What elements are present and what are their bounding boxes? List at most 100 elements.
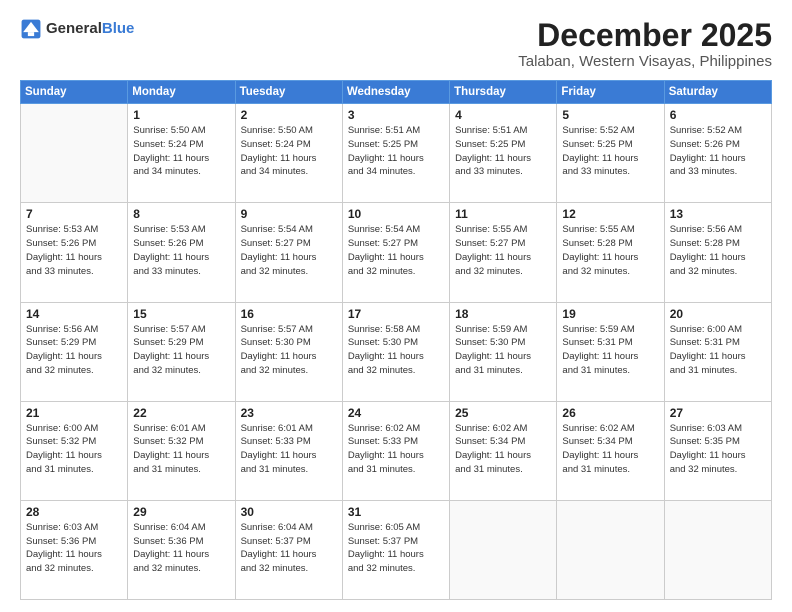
day-number: 5	[562, 108, 658, 122]
day-number: 29	[133, 505, 229, 519]
header: GeneralBlue December 2025 Talaban, Weste…	[20, 18, 772, 70]
table-row: 17Sunrise: 5:58 AMSunset: 5:30 PMDayligh…	[342, 302, 449, 401]
day-number: 9	[241, 207, 337, 221]
table-row: 30Sunrise: 6:04 AMSunset: 5:37 PMDayligh…	[235, 500, 342, 599]
day-number: 25	[455, 406, 551, 420]
day-number: 18	[455, 307, 551, 321]
table-row: 8Sunrise: 5:53 AMSunset: 5:26 PMDaylight…	[128, 203, 235, 302]
day-number: 12	[562, 207, 658, 221]
day-number: 15	[133, 307, 229, 321]
day-number: 11	[455, 207, 551, 221]
day-number: 8	[133, 207, 229, 221]
table-row: 25 Sunrise: 6:02 AMSunset: 5:34 PMDayligh…	[450, 401, 557, 500]
day-info: Sunrise: 6:05 AMSunset: 5:37 PMDaylight:…	[348, 521, 444, 576]
day-number: 19	[562, 307, 658, 321]
day-info: Sunrise: 5:56 AMSunset: 5:29 PMDaylight:…	[26, 323, 122, 378]
table-row: 27Sunrise: 6:03 AMSunset: 5:35 PMDayligh…	[664, 401, 771, 500]
day-info: Sunrise: 5:51 AMSunset: 5:25 PMDaylight:…	[455, 124, 551, 179]
table-row: 3Sunrise: 5:51 AMSunset: 5:25 PMDaylight…	[342, 104, 449, 203]
day-number: 30	[241, 505, 337, 519]
table-row: 16 Sunrise: 5:57 AMSunset: 5:30 PMDayligh…	[235, 302, 342, 401]
table-row: 6Sunrise: 5:52 AMSunset: 5:26 PMDaylight…	[664, 104, 771, 203]
day-info: Sunrise: 5:52 AMSunset: 5:26 PMDaylight:…	[670, 124, 766, 179]
day-number: 27	[670, 406, 766, 420]
table-row: 20 Sunrise: 6:00 AMSunset: 5:31 PMDayligh…	[664, 302, 771, 401]
table-row	[557, 500, 664, 599]
day-number: 13	[670, 207, 766, 221]
table-row: 2Sunrise: 5:50 AMSunset: 5:24 PMDaylight…	[235, 104, 342, 203]
day-info: Sunrise: 5:56 AMSunset: 5:28 PMDaylight:…	[670, 223, 766, 278]
day-info: Sunrise: 5:50 AMSunset: 5:24 PMDaylight:…	[133, 124, 229, 179]
logo-general: General	[46, 20, 102, 37]
day-info: Sunrise: 5:55 AMSunset: 5:28 PMDaylight:…	[562, 223, 658, 278]
calendar-week-row: 21 Sunrise: 6:00 AMSunset: 5:32 PMDayligh…	[21, 401, 772, 500]
table-row: 7 Sunrise: 5:53 AMSunset: 5:26 PMDaylight…	[21, 203, 128, 302]
table-row: 22Sunrise: 6:01 AMSunset: 5:32 PMDayligh…	[128, 401, 235, 500]
day-number: 14	[26, 307, 122, 321]
logo-icon	[20, 18, 42, 40]
table-row: 15Sunrise: 5:57 AMSunset: 5:29 PMDayligh…	[128, 302, 235, 401]
day-info: Sunrise: 6:00 AMSunset: 5:31 PMDaylight:…	[670, 323, 766, 378]
col-saturday: Saturday	[664, 81, 771, 104]
table-row: 5 Sunrise: 5:52 AMSunset: 5:25 PMDaylight…	[557, 104, 664, 203]
day-number: 3	[348, 108, 444, 122]
day-number: 31	[348, 505, 444, 519]
day-info: Sunrise: 5:54 AMSunset: 5:27 PMDaylight:…	[241, 223, 337, 278]
table-row: 12 Sunrise: 5:55 AMSunset: 5:28 PMDayligh…	[557, 203, 664, 302]
col-sunday: Sunday	[21, 81, 128, 104]
day-number: 16	[241, 307, 337, 321]
day-info: Sunrise: 6:04 AMSunset: 5:36 PMDaylight:…	[133, 521, 229, 576]
day-number: 23	[241, 406, 337, 420]
day-info: Sunrise: 6:02 AMSunset: 5:34 PMDaylight:…	[562, 422, 658, 477]
day-number: 7	[26, 207, 122, 221]
day-number: 22	[133, 406, 229, 420]
col-monday: Monday	[128, 81, 235, 104]
day-info: Sunrise: 6:02 AMSunset: 5:33 PMDaylight:…	[348, 422, 444, 477]
day-info: Sunrise: 5:59 AMSunset: 5:30 PMDaylight:…	[455, 323, 551, 378]
calendar-week-row: 1 Sunrise: 5:50 AMSunset: 5:24 PMDaylight…	[21, 104, 772, 203]
location: Talaban, Western Visayas, Philippines	[518, 53, 772, 70]
calendar-table: Sunday Monday Tuesday Wednesday Thursday…	[20, 80, 772, 600]
table-row: 14 Sunrise: 5:56 AMSunset: 5:29 PMDayligh…	[21, 302, 128, 401]
day-number: 17	[348, 307, 444, 321]
day-number: 10	[348, 207, 444, 221]
col-friday: Friday	[557, 81, 664, 104]
day-info: Sunrise: 5:52 AMSunset: 5:25 PMDaylight:…	[562, 124, 658, 179]
logo: GeneralBlue	[20, 18, 134, 40]
calendar-week-row: 14 Sunrise: 5:56 AMSunset: 5:29 PMDayligh…	[21, 302, 772, 401]
calendar-week-row: 28 Sunrise: 6:03 AMSunset: 5:36 PMDayligh…	[21, 500, 772, 599]
day-info: Sunrise: 6:02 AMSunset: 5:34 PMDaylight:…	[455, 422, 551, 477]
table-row: 11 Sunrise: 5:55 AMSunset: 5:27 PMDayligh…	[450, 203, 557, 302]
day-info: Sunrise: 5:54 AMSunset: 5:27 PMDaylight:…	[348, 223, 444, 278]
day-number: 24	[348, 406, 444, 420]
title-block: December 2025 Talaban, Western Visayas, …	[518, 18, 772, 70]
table-row: 18 Sunrise: 5:59 AMSunset: 5:30 PMDayligh…	[450, 302, 557, 401]
table-row	[21, 104, 128, 203]
day-number: 1	[133, 108, 229, 122]
table-row: 9 Sunrise: 5:54 AMSunset: 5:27 PMDaylight…	[235, 203, 342, 302]
table-row: 26Sunrise: 6:02 AMSunset: 5:34 PMDayligh…	[557, 401, 664, 500]
day-info: Sunrise: 5:55 AMSunset: 5:27 PMDaylight:…	[455, 223, 551, 278]
day-info: Sunrise: 6:00 AMSunset: 5:32 PMDaylight:…	[26, 422, 122, 477]
calendar-week-row: 7 Sunrise: 5:53 AMSunset: 5:26 PMDaylight…	[21, 203, 772, 302]
table-row: 31 Sunrise: 6:05 AMSunset: 5:37 PMDayligh…	[342, 500, 449, 599]
table-row: 19 Sunrise: 5:59 AMSunset: 5:31 PMDayligh…	[557, 302, 664, 401]
col-tuesday: Tuesday	[235, 81, 342, 104]
table-row	[450, 500, 557, 599]
day-info: Sunrise: 5:53 AMSunset: 5:26 PMDaylight:…	[26, 223, 122, 278]
month-title: December 2025	[518, 18, 772, 53]
col-wednesday: Wednesday	[342, 81, 449, 104]
table-row: 21 Sunrise: 6:00 AMSunset: 5:32 PMDayligh…	[21, 401, 128, 500]
table-row: 24 Sunrise: 6:02 AMSunset: 5:33 PMDayligh…	[342, 401, 449, 500]
table-row: 10 Sunrise: 5:54 AMSunset: 5:27 PMDayligh…	[342, 203, 449, 302]
day-number: 21	[26, 406, 122, 420]
logo-blue: Blue	[102, 20, 135, 37]
day-number: 20	[670, 307, 766, 321]
day-info: Sunrise: 5:50 AMSunset: 5:24 PMDaylight:…	[241, 124, 337, 179]
day-info: Sunrise: 5:57 AMSunset: 5:30 PMDaylight:…	[241, 323, 337, 378]
day-info: Sunrise: 6:03 AMSunset: 5:36 PMDaylight:…	[26, 521, 122, 576]
day-number: 28	[26, 505, 122, 519]
table-row: 1 Sunrise: 5:50 AMSunset: 5:24 PMDaylight…	[128, 104, 235, 203]
day-info: Sunrise: 5:59 AMSunset: 5:31 PMDaylight:…	[562, 323, 658, 378]
table-row: 4Sunrise: 5:51 AMSunset: 5:25 PMDaylight…	[450, 104, 557, 203]
